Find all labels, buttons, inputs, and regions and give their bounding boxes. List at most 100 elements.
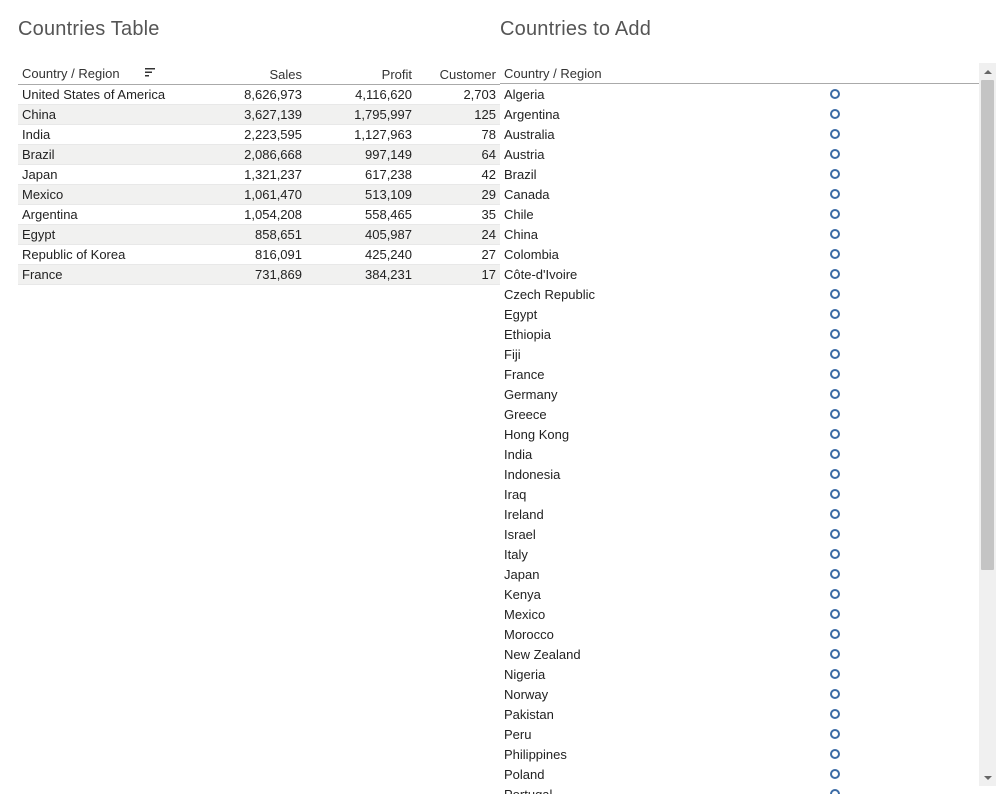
scroll-arrow-up-icon[interactable] <box>979 63 996 80</box>
list-item[interactable]: Italy <box>500 544 979 564</box>
table-row[interactable]: Mexico1,061,470513,10929 <box>18 185 500 205</box>
circle-marker-icon[interactable] <box>830 349 840 359</box>
circle-marker-icon[interactable] <box>830 789 840 794</box>
list-item[interactable]: Canada <box>500 184 979 204</box>
list-item[interactable]: Ethiopia <box>500 324 979 344</box>
circle-marker-icon[interactable] <box>830 729 840 739</box>
circle-marker-icon[interactable] <box>830 689 840 699</box>
list-item[interactable]: Norway <box>500 684 979 704</box>
list-item[interactable]: Czech Republic <box>500 284 979 304</box>
circle-marker-icon[interactable] <box>830 109 840 119</box>
scroll-arrow-down-icon[interactable] <box>979 769 996 786</box>
list-item[interactable]: Mexico <box>500 604 979 624</box>
circle-marker-icon[interactable] <box>830 709 840 719</box>
circle-marker-icon[interactable] <box>830 509 840 519</box>
circle-marker-icon[interactable] <box>830 389 840 399</box>
circle-marker-icon[interactable] <box>830 269 840 279</box>
circle-marker-icon[interactable] <box>830 289 840 299</box>
circle-marker-icon[interactable] <box>830 229 840 239</box>
table-row[interactable]: United States of America8,626,9734,116,6… <box>18 85 500 105</box>
list-item[interactable]: Algeria <box>500 84 979 104</box>
list-item[interactable]: Pakistan <box>500 704 979 724</box>
circle-marker-icon[interactable] <box>830 629 840 639</box>
list-item[interactable]: Morocco <box>500 624 979 644</box>
sort-desc-icon[interactable] <box>145 66 156 81</box>
list-item[interactable]: Japan <box>500 564 979 584</box>
table-cell-sales: 1,061,470 <box>188 185 306 205</box>
list-item[interactable]: Portugal <box>500 784 979 794</box>
table-row[interactable]: China3,627,1391,795,997125 <box>18 105 500 125</box>
list-item-label: India <box>504 447 532 462</box>
list-item[interactable]: India <box>500 444 979 464</box>
list-item[interactable]: Peru <box>500 724 979 744</box>
col-header-customer[interactable]: Customer <box>416 63 500 85</box>
table-row[interactable]: Brazil2,086,668997,14964 <box>18 145 500 165</box>
table-row[interactable]: Japan1,321,237617,23842 <box>18 165 500 185</box>
list-item[interactable]: Iraq <box>500 484 979 504</box>
list-item[interactable]: Egypt <box>500 304 979 324</box>
table-cell-country: United States of America <box>18 85 188 105</box>
list-item-label: Norway <box>504 687 548 702</box>
circle-marker-icon[interactable] <box>830 609 840 619</box>
circle-marker-icon[interactable] <box>830 169 840 179</box>
list-item[interactable]: China <box>500 224 979 244</box>
col-header-country[interactable]: Country / Region <box>18 63 188 85</box>
list-item[interactable]: Nigeria <box>500 664 979 684</box>
circle-marker-icon[interactable] <box>830 149 840 159</box>
table-row[interactable]: Argentina1,054,208558,46535 <box>18 205 500 225</box>
circle-marker-icon[interactable] <box>830 429 840 439</box>
circle-marker-icon[interactable] <box>830 209 840 219</box>
circle-marker-icon[interactable] <box>830 529 840 539</box>
circle-marker-icon[interactable] <box>830 769 840 779</box>
list-item[interactable]: France <box>500 364 979 384</box>
table-row[interactable]: Republic of Korea816,091425,24027 <box>18 245 500 265</box>
list-item[interactable]: Chile <box>500 204 979 224</box>
list-item[interactable]: Argentina <box>500 104 979 124</box>
circle-marker-icon[interactable] <box>830 129 840 139</box>
col-header-sales[interactable]: Sales <box>188 63 306 85</box>
table-row[interactable]: Egypt858,651405,98724 <box>18 225 500 245</box>
list-item[interactable]: Germany <box>500 384 979 404</box>
list-item[interactable]: Ireland <box>500 504 979 524</box>
table-row[interactable]: France731,869384,23117 <box>18 265 500 285</box>
circle-marker-icon[interactable] <box>830 189 840 199</box>
list-item[interactable]: Poland <box>500 764 979 784</box>
circle-marker-icon[interactable] <box>830 249 840 259</box>
list-item-label: Hong Kong <box>504 427 569 442</box>
list-item[interactable]: Australia <box>500 124 979 144</box>
list-item[interactable]: Côte-d'Ivoire <box>500 264 979 284</box>
scroll-thumb[interactable] <box>981 80 994 570</box>
circle-marker-icon[interactable] <box>830 469 840 479</box>
circle-marker-icon[interactable] <box>830 669 840 679</box>
list-item[interactable]: New Zealand <box>500 644 979 664</box>
list-item[interactable]: Israel <box>500 524 979 544</box>
list-item[interactable]: Fiji <box>500 344 979 364</box>
scrollbar[interactable] <box>979 63 996 786</box>
list-item[interactable]: Hong Kong <box>500 424 979 444</box>
circle-marker-icon[interactable] <box>830 589 840 599</box>
circle-marker-icon[interactable] <box>830 329 840 339</box>
list-item[interactable]: Austria <box>500 144 979 164</box>
list-item[interactable]: Brazil <box>500 164 979 184</box>
list-item[interactable]: Colombia <box>500 244 979 264</box>
circle-marker-icon[interactable] <box>830 89 840 99</box>
table-cell-country: China <box>18 105 188 125</box>
list-item[interactable]: Indonesia <box>500 464 979 484</box>
table-cell-sales: 816,091 <box>188 245 306 265</box>
circle-marker-icon[interactable] <box>830 489 840 499</box>
table-row[interactable]: India2,223,5951,127,96378 <box>18 125 500 145</box>
col-header-profit[interactable]: Profit <box>306 63 416 85</box>
list-item[interactable]: Kenya <box>500 584 979 604</box>
list-item-label: Ethiopia <box>504 327 551 342</box>
list-item-label: Italy <box>504 547 528 562</box>
circle-marker-icon[interactable] <box>830 309 840 319</box>
circle-marker-icon[interactable] <box>830 409 840 419</box>
list-item[interactable]: Philippines <box>500 744 979 764</box>
circle-marker-icon[interactable] <box>830 649 840 659</box>
circle-marker-icon[interactable] <box>830 749 840 759</box>
list-item[interactable]: Greece <box>500 404 979 424</box>
circle-marker-icon[interactable] <box>830 449 840 459</box>
circle-marker-icon[interactable] <box>830 369 840 379</box>
circle-marker-icon[interactable] <box>830 569 840 579</box>
circle-marker-icon[interactable] <box>830 549 840 559</box>
